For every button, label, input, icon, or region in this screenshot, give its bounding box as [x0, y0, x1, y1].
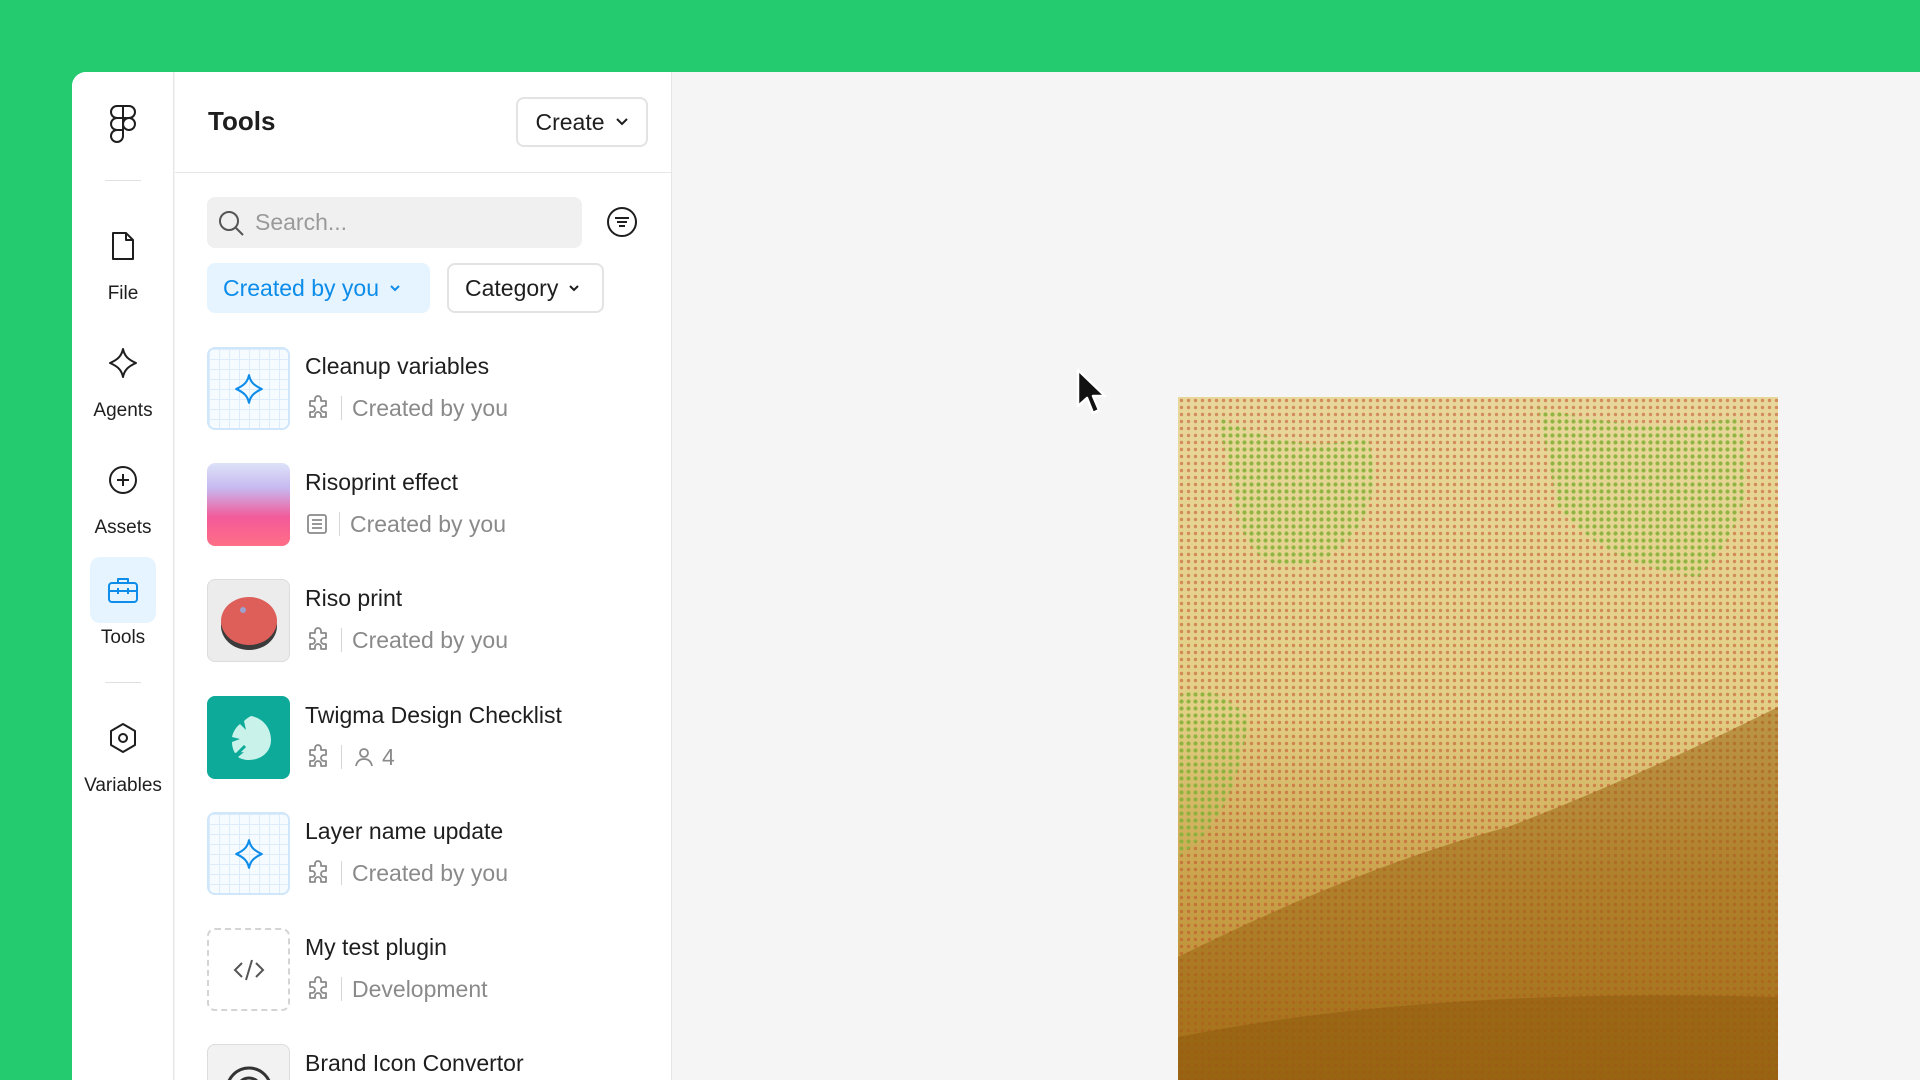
rail-item-variables[interactable]: Variables [72, 705, 174, 805]
rail-label: Variables [84, 775, 162, 796]
tool-name: Riso print [305, 585, 403, 611]
filter-created-by[interactable]: Created by you [207, 263, 430, 313]
tool-thumbnail [207, 928, 290, 1011]
rail-item-assets[interactable]: Assets [72, 447, 174, 547]
rail-divider [105, 682, 141, 683]
filter-category[interactable]: Category [447, 263, 604, 313]
rail-item-agents[interactable]: Agents [72, 330, 174, 430]
figma-logo-icon[interactable] [103, 102, 143, 146]
tool-name: Twigma Design Checklist [305, 702, 562, 728]
tool-item-riso-print[interactable]: Riso print Created by you [207, 579, 647, 669]
rail-label: Agents [93, 400, 153, 421]
chevron-down-icon [615, 118, 628, 126]
tool-item-brand-icon-convertor[interactable]: Brand Icon Convertor [207, 1044, 647, 1080]
filter-icon [607, 207, 637, 237]
tool-item-layer-name-update[interactable]: Layer name update Created by you [207, 812, 647, 902]
tool-meta-text: Created by you [352, 626, 508, 653]
page-title: Tools [208, 106, 276, 136]
toolbox-icon [90, 557, 156, 623]
rail-label: Assets [94, 517, 152, 538]
file-icon [90, 213, 156, 279]
search-input[interactable] [255, 209, 575, 236]
disc-icon [227, 1066, 270, 1080]
search-icon [219, 210, 244, 236]
riso-ball-icon [220, 596, 277, 650]
tool-name: Brand Icon Convertor [305, 1050, 524, 1076]
filter-category-label: Category [465, 274, 559, 301]
search-box[interactable] [207, 197, 582, 248]
plus-circle-icon [90, 447, 156, 513]
puzzle-icon [309, 395, 327, 418]
left-rail: File Agents Assets Tools Variables [72, 72, 174, 1080]
sparkle-icon [234, 838, 263, 869]
canvas[interactable] [673, 72, 1920, 1080]
user-icon [355, 748, 373, 767]
rail-label: File [107, 283, 139, 304]
tool-meta: 4 [305, 742, 395, 772]
widget-icon [307, 514, 327, 534]
tool-thumbnail [207, 579, 290, 662]
app-window: File Agents Assets Tools Variables Tools… [72, 72, 1920, 1080]
halftone-image [1178, 397, 1778, 1080]
tool-meta-text: Development [352, 975, 488, 1002]
tool-meta: Created by you [305, 393, 508, 423]
tool-meta: Created by you [305, 509, 506, 539]
puzzle-icon [309, 627, 327, 650]
tool-meta: Created by you [305, 858, 508, 888]
tool-thumbnail [207, 1044, 290, 1080]
tool-meta-text: Created by you [352, 859, 508, 886]
mouse-pointer-icon [1076, 368, 1107, 415]
sparkle-icon [234, 373, 263, 404]
tool-name: My test plugin [305, 934, 447, 960]
tool-name: Layer name update [305, 818, 504, 844]
tool-thumbnail [207, 696, 290, 779]
filter-button[interactable] [602, 202, 642, 242]
chevron-down-icon [569, 285, 580, 292]
rail-item-file[interactable]: File [72, 213, 174, 313]
create-button-label: Create [535, 108, 605, 135]
tool-item-twigma-design-checklist[interactable]: Twigma Design Checklist 4 [207, 696, 647, 786]
rail-label: Tools [100, 627, 146, 648]
tool-meta-text: Created by you [350, 510, 506, 537]
rail-divider [105, 180, 141, 181]
monstera-leaf-icon [229, 715, 271, 761]
puzzle-icon [309, 744, 327, 767]
puzzle-icon [309, 976, 327, 999]
tool-thumbnail [207, 812, 290, 895]
tool-thumbnail [207, 463, 290, 546]
filter-created-by-label: Created by you [223, 274, 379, 301]
hexagon-icon [90, 705, 156, 771]
user-count: 4 [382, 743, 395, 770]
tool-meta: Created by you [305, 625, 508, 655]
tool-meta-text: Created by you [352, 394, 508, 421]
puzzle-icon [309, 860, 327, 883]
tool-item-risoprint-effect[interactable]: Risoprint effect Created by you [207, 463, 647, 553]
sparkle-icon [90, 330, 156, 396]
rail-item-tools[interactable]: Tools [72, 557, 174, 657]
create-button[interactable]: Create [516, 97, 648, 147]
code-icon [233, 959, 264, 980]
tool-meta: Development [305, 974, 488, 1004]
tool-name: Risoprint effect [305, 469, 458, 495]
tool-item-my-test-plugin[interactable]: My test plugin Development [207, 928, 647, 1018]
tools-panel: Tools Create Created by you Category [175, 72, 672, 1080]
tool-thumbnail [207, 347, 290, 430]
panel-header: Tools Create [175, 72, 671, 173]
tool-item-cleanup-variables[interactable]: Cleanup variables Created by you [207, 347, 647, 437]
chevron-down-icon [390, 285, 400, 292]
tool-name: Cleanup variables [305, 353, 490, 379]
